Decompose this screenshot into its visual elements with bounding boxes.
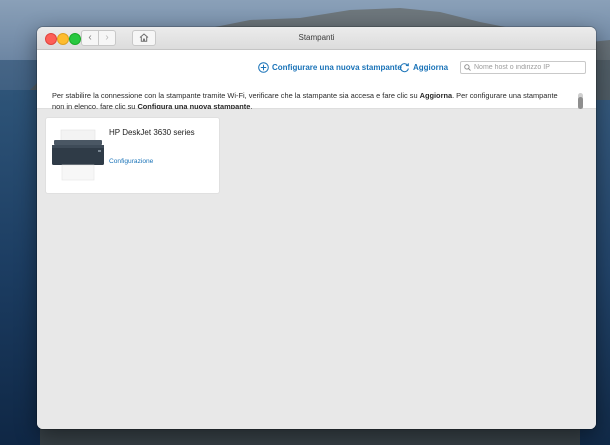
printers-window: ‹ › Stampanti Configurare una nuova stam… — [37, 27, 596, 429]
refresh-icon — [400, 63, 409, 73]
instructions-text-1: Per stabilire la connessione con la stam… — [52, 91, 420, 100]
host-search-input[interactable] — [474, 64, 578, 71]
search-icon — [464, 64, 471, 71]
refresh-button[interactable]: Aggiorna — [399, 62, 448, 73]
plus-circle-icon — [258, 62, 269, 73]
window-titlebar: ‹ › Stampanti — [37, 27, 596, 50]
window-title: Stampanti — [298, 33, 335, 42]
instructions-scrollbar-thumb[interactable] — [578, 97, 583, 109]
refresh-label: Aggiorna — [413, 63, 449, 72]
printer-name: HP DeskJet 3630 series — [109, 128, 195, 137]
configure-new-printer-label: Configurare una nuova stampante — [272, 63, 402, 72]
configure-new-printer-button[interactable]: Configurare una nuova stampante — [258, 62, 402, 73]
instructions-refresh-bold: Aggiorna — [419, 91, 453, 100]
printer-icon — [52, 129, 104, 181]
host-search-field[interactable] — [460, 61, 586, 74]
desktop-sea-left — [0, 90, 40, 445]
printer-list: HP DeskJet 3630 series Configurazione — [37, 109, 596, 429]
printer-card[interactable]: HP DeskJet 3630 series Configurazione — [46, 118, 219, 193]
printer-configuration-link[interactable]: Configurazione — [109, 158, 153, 165]
